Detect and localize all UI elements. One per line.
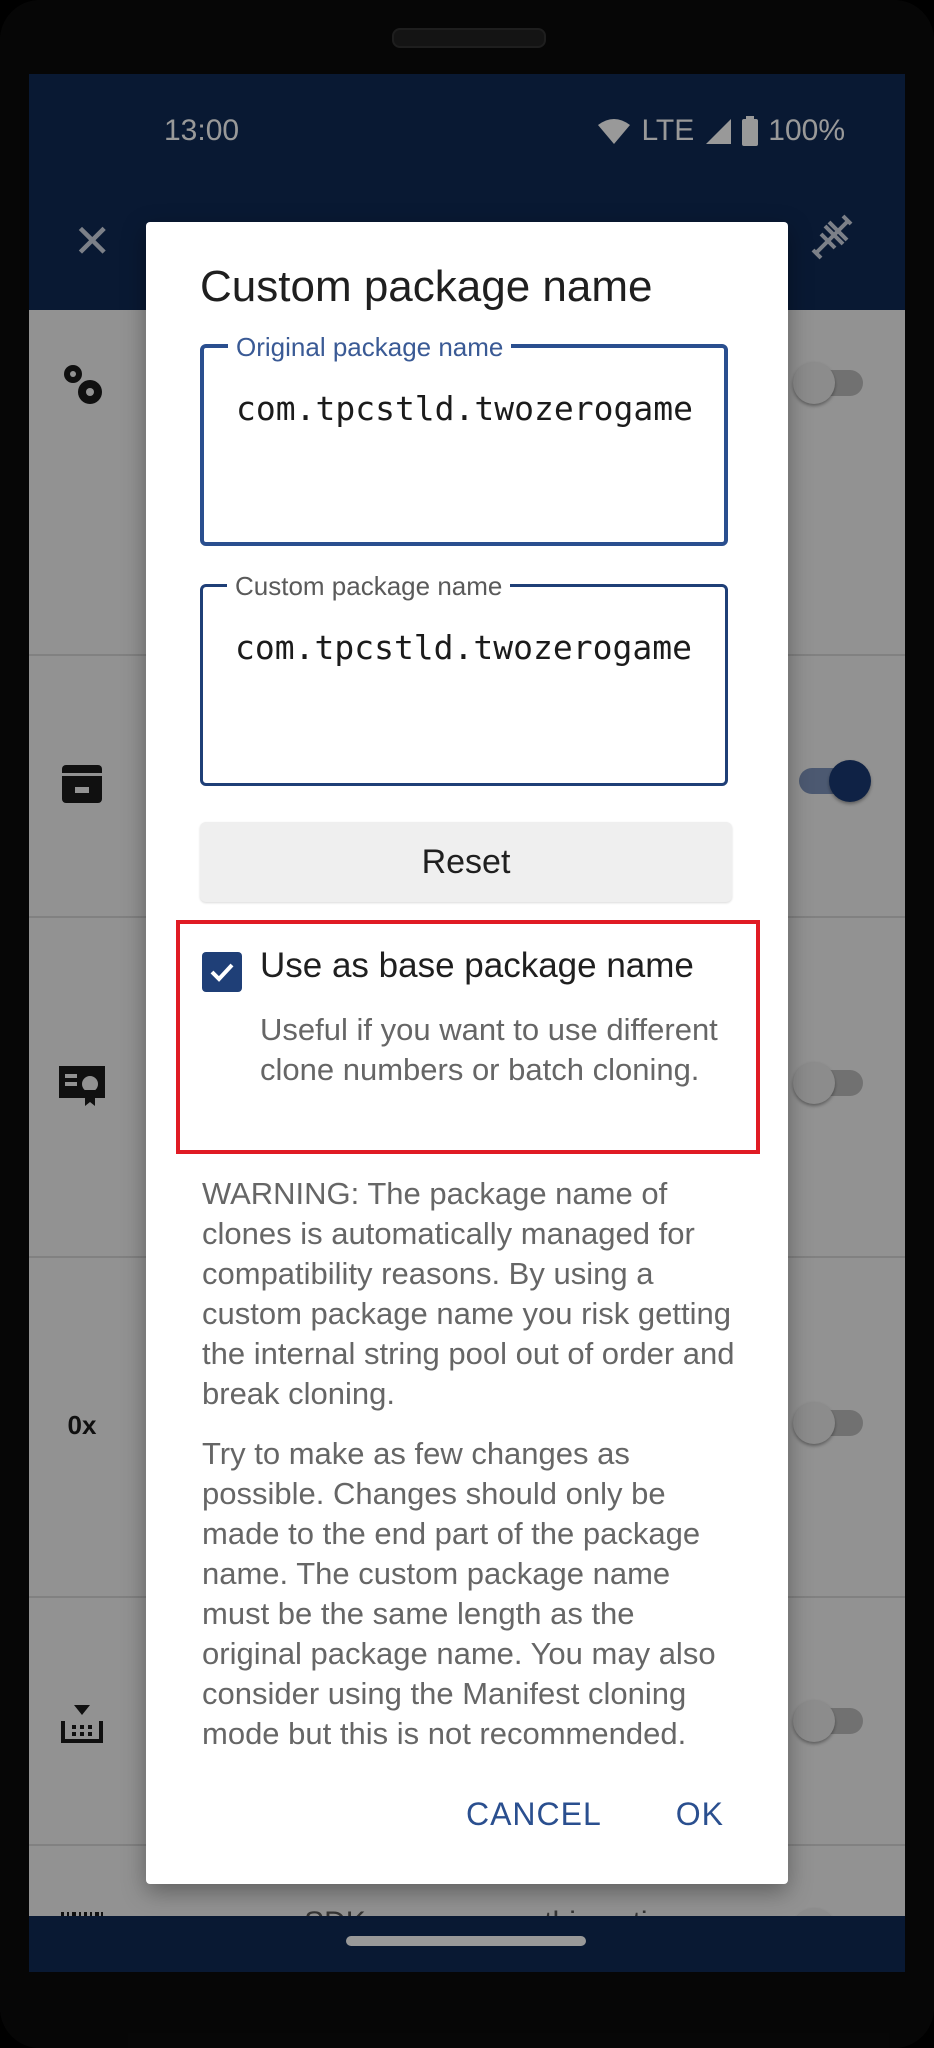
custom-package-label: Custom package name — [227, 571, 511, 602]
check-icon — [210, 963, 234, 982]
custom-package-dialog: Custom package name Original package nam… — [146, 222, 788, 1884]
original-package-label: Original package name — [228, 332, 512, 363]
original-package-value[interactable]: com.tpcstld.twozerogame — [236, 388, 706, 430]
base-package-description: Useful if you want to use different clon… — [260, 1012, 718, 1087]
custom-package-value[interactable]: com.tpcstld.twozerogame — [235, 627, 705, 669]
reset-button[interactable]: Reset — [200, 822, 732, 902]
base-package-checkbox[interactable] — [202, 952, 242, 992]
warning-text: WARNING: The package name of clones is a… — [202, 1176, 735, 1411]
dialog-actions: CANCEL OK — [466, 1796, 724, 1833]
info-text: Try to make as few changes as possible. … — [202, 1436, 716, 1751]
ok-button[interactable]: OK — [676, 1796, 724, 1833]
base-package-label[interactable]: Use as base package name — [260, 946, 694, 986]
original-package-field[interactable]: Original package name com.tpcstld.twozer… — [200, 332, 728, 546]
phone-frame: 13:00 LTE 100% ✕ 0x Custom package name … — [0, 0, 934, 2048]
custom-package-field[interactable]: Custom package name com.tpcstld.twozerog… — [200, 571, 728, 786]
cancel-button[interactable]: CANCEL — [466, 1796, 602, 1833]
dialog-title: Custom package name — [200, 262, 653, 311]
